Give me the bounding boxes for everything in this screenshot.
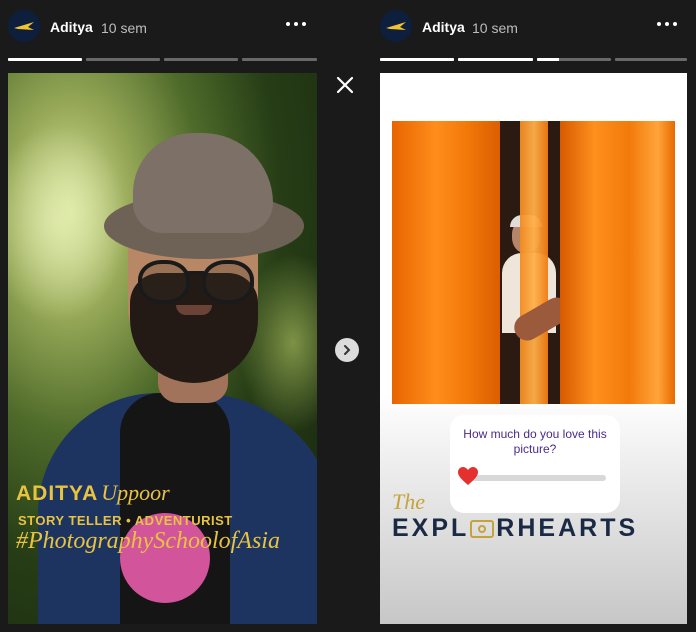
progress-segment xyxy=(164,58,238,61)
close-icon xyxy=(336,76,354,94)
progress-fill xyxy=(458,58,533,61)
progress-segment xyxy=(537,58,611,61)
story-progress xyxy=(380,58,687,61)
more-options-button[interactable] xyxy=(653,14,681,34)
poll-sticker[interactable]: How much do you love this picture? xyxy=(450,415,620,513)
camera-icon xyxy=(470,520,495,539)
progress-segment xyxy=(86,58,160,61)
overlay-hashtag: #PhotographySchoolofAsia xyxy=(16,528,280,554)
overlay-name-bold: ADITYA xyxy=(16,482,99,505)
brand-wordmark: EXPL RHEARTS xyxy=(392,514,638,543)
fabric-drape xyxy=(560,121,675,404)
post-time: 10 sem xyxy=(472,20,518,36)
airline-logo-icon xyxy=(386,22,406,30)
heart-icon[interactable] xyxy=(456,464,480,488)
overlay-name-script: Uppoor xyxy=(101,480,170,505)
progress-fill xyxy=(380,58,454,61)
portrait-mouth xyxy=(176,305,212,315)
more-options-button[interactable] xyxy=(282,14,310,34)
brand-the: The xyxy=(392,489,425,514)
progress-segment xyxy=(8,58,82,61)
post-time: 10 sem xyxy=(101,20,147,36)
overlay-name: ADITYA Uppoor xyxy=(16,480,170,506)
progress-fill xyxy=(537,58,560,61)
progress-segment xyxy=(242,58,317,61)
next-story-button[interactable] xyxy=(335,338,359,362)
progress-segment xyxy=(380,58,454,61)
portrait-glasses-right xyxy=(202,260,254,304)
more-horizontal-icon xyxy=(284,22,308,26)
avatar[interactable] xyxy=(380,10,412,42)
progress-segment xyxy=(615,58,687,61)
airline-logo-icon xyxy=(14,22,34,30)
portrait-glasses-bridge xyxy=(186,271,204,275)
fabric-drape xyxy=(520,121,548,404)
story-header: Aditya 10 sem xyxy=(8,10,317,46)
overlay-tagline: STORY TELLER • ADVENTURIST xyxy=(18,513,233,528)
username[interactable]: Aditya xyxy=(50,19,93,35)
poll-question: How much do you love this picture? xyxy=(463,427,607,456)
progress-segment xyxy=(458,58,533,61)
fabric-drape xyxy=(392,121,502,404)
story-header: Aditya 10 sem xyxy=(380,10,687,46)
portrait-glasses-left xyxy=(138,260,190,304)
poll-slider-track[interactable] xyxy=(458,467,606,485)
close-button[interactable] xyxy=(334,74,356,96)
username[interactable]: Aditya xyxy=(422,19,465,35)
story-photo xyxy=(392,121,675,404)
story-media-portrait[interactable]: ADITYA Uppoor STORY TELLER • ADVENTURIST … xyxy=(8,73,317,624)
progress-fill xyxy=(8,58,82,61)
avatar[interactable] xyxy=(8,10,40,42)
story-media-poll[interactable]: How much do you love this picture? The E… xyxy=(380,73,687,624)
story-progress xyxy=(8,58,317,61)
brand-word-part: EXPL xyxy=(392,514,470,542)
brand-word-part: RHEARTS xyxy=(496,514,639,542)
portrait-hat-crown xyxy=(133,133,273,233)
chevron-right-icon xyxy=(344,345,351,355)
more-horizontal-icon xyxy=(655,22,679,26)
